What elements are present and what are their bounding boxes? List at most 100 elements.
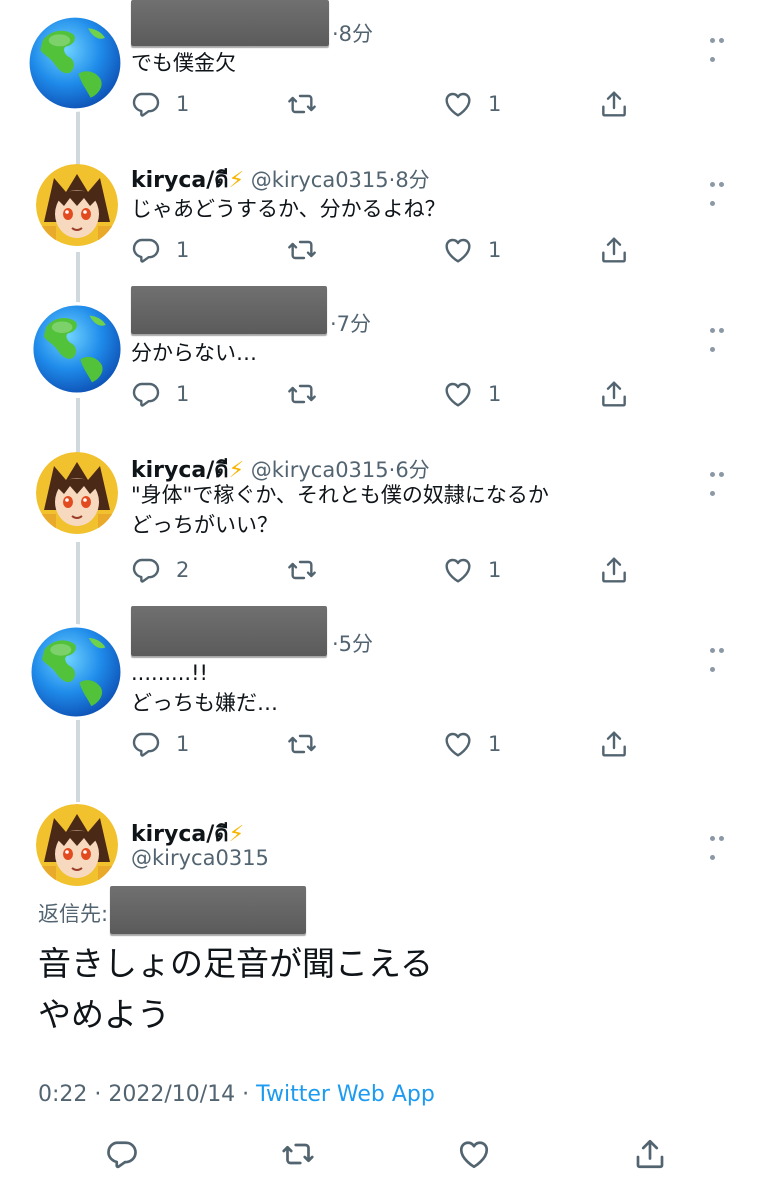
lightning-emoji: ⚡: [228, 168, 245, 193]
retweet-button[interactable]: [286, 88, 318, 120]
user-avatar[interactable]: [36, 804, 118, 886]
main-tweet-text: 音きしょの足音が聞こえる やめよう: [38, 944, 434, 1034]
share-button[interactable]: [598, 234, 630, 266]
tweet-datetime: 0:22 · 2022/10/14 ·: [38, 1082, 257, 1107]
share-button[interactable]: [598, 728, 630, 760]
tweet-timestamp: 0:22 · 2022/10/14 · Twitter Web App: [38, 1082, 435, 1107]
thread-tweet[interactable]: ·5分 .........!! どっちも嫌だ… 1 1: [0, 604, 776, 784]
more-icon[interactable]: [710, 638, 736, 672]
share-icon: [598, 378, 630, 410]
reply-icon: [130, 728, 162, 760]
reply-count: 2: [176, 558, 190, 582]
tweet-time: ·7分: [330, 312, 372, 336]
display-name[interactable]: kiryca/ดี: [131, 168, 229, 193]
more-icon[interactable]: [710, 28, 736, 62]
thread-tweet[interactable]: ·8分 でも僕金欠 1 1: [0, 0, 776, 140]
user-handle[interactable]: @kiryca0315: [251, 168, 389, 192]
like-icon: [442, 234, 474, 266]
tweet-actions: 1 1: [0, 88, 776, 124]
retweet-button[interactable]: [286, 728, 318, 760]
like-button[interactable]: 1: [442, 234, 501, 266]
more-icon[interactable]: [710, 172, 736, 206]
like-count: 1: [488, 92, 502, 116]
like-icon: [442, 554, 474, 586]
reply-count: 1: [176, 382, 190, 406]
like-count: 1: [488, 558, 502, 582]
reply-count: 1: [176, 238, 190, 262]
share-icon: [598, 88, 630, 120]
thread-tweet[interactable]: kiryca/ดี⚡ @kiryca0315·6分 "身体"で稼ぐか、それとも僕…: [0, 440, 776, 610]
reply-icon[interactable]: [104, 1136, 140, 1172]
tweet-header: kiryca/ดี⚡ @kiryca0315·8分: [131, 162, 430, 197]
share-button[interactable]: [598, 378, 630, 410]
share-icon: [598, 554, 630, 586]
globe-avatar[interactable]: [28, 624, 124, 720]
reply-count: 1: [176, 92, 190, 116]
user-avatar[interactable]: [36, 452, 118, 534]
reply-icon: [130, 378, 162, 410]
redacted-username: [131, 606, 327, 656]
like-icon[interactable]: [456, 1136, 492, 1172]
more-icon[interactable]: [710, 826, 736, 860]
tweet-text: "身体"で稼ぐか、それとも僕の奴隷になるか どっちがいい？: [131, 483, 549, 537]
more-icon[interactable]: [710, 318, 736, 352]
share-button[interactable]: [598, 88, 630, 120]
tweet-text: 分からない…: [131, 341, 257, 365]
share-icon: [598, 728, 630, 760]
tweet-time: ·8分: [388, 168, 430, 192]
like-button[interactable]: 1: [442, 554, 501, 586]
redacted-username: [131, 286, 327, 334]
lightning-emoji: ⚡: [228, 822, 245, 847]
retweet-icon: [286, 728, 318, 760]
user-handle[interactable]: @kiryca0315: [131, 846, 269, 870]
retweet-button[interactable]: [286, 554, 318, 586]
thread-tweet[interactable]: kiryca/ดี⚡ @kiryca0315·8分 じゃあどうするか、分かるよね…: [0, 150, 776, 290]
reply-button[interactable]: 1: [130, 378, 189, 410]
reply-button[interactable]: 1: [130, 728, 189, 760]
tweet-text: でも僕金欠: [131, 51, 236, 75]
retweet-button[interactable]: [286, 234, 318, 266]
share-button[interactable]: [598, 554, 630, 586]
retweet-button[interactable]: [286, 378, 318, 410]
tweet-actions: 1 1: [0, 234, 776, 270]
reply-button[interactable]: 1: [130, 234, 189, 266]
like-count: 1: [488, 382, 502, 406]
user-handle[interactable]: @kiryca0315: [251, 458, 389, 482]
like-icon: [442, 88, 474, 120]
tweet-time: ·8分: [332, 22, 374, 46]
more-icon[interactable]: [710, 462, 736, 496]
reply-button[interactable]: 2: [130, 554, 189, 586]
tweet-actions: 1 1: [0, 728, 776, 764]
tweet-actions: 2 1: [0, 554, 776, 590]
redacted-reply-target: [110, 886, 306, 934]
like-button[interactable]: 1: [442, 728, 501, 760]
retweet-icon: [286, 88, 318, 120]
like-button[interactable]: 1: [442, 378, 501, 410]
reply-icon: [130, 554, 162, 586]
tweet-text: じゃあどうするか、分かるよね？: [131, 197, 446, 221]
tweet-text: .........!! どっちも嫌だ…: [131, 661, 278, 715]
like-icon: [442, 728, 474, 760]
share-icon[interactable]: [632, 1136, 668, 1172]
like-icon: [442, 378, 474, 410]
source-app-link[interactable]: Twitter Web App: [256, 1082, 435, 1107]
retweet-icon[interactable]: [280, 1136, 316, 1172]
reply-count: 1: [176, 732, 190, 756]
tweet-time: ·5分: [332, 632, 374, 656]
like-button[interactable]: 1: [442, 88, 501, 120]
main-tweet-actions: [0, 1136, 776, 1176]
like-count: 1: [488, 238, 502, 262]
tweet-actions: 1 1: [0, 378, 776, 414]
retweet-icon: [286, 234, 318, 266]
retweet-icon: [286, 554, 318, 586]
like-count: 1: [488, 732, 502, 756]
reply-icon: [130, 88, 162, 120]
share-icon: [598, 234, 630, 266]
main-tweet: kiryca/ดี⚡ @kiryca0315: [0, 800, 776, 900]
tweet-time: ·6分: [388, 458, 430, 482]
reply-button[interactable]: 1: [130, 88, 189, 120]
reply-icon: [130, 234, 162, 266]
reply-to-label: 返信先:: [38, 902, 109, 926]
display-name[interactable]: kiryca/ดี: [131, 822, 229, 847]
thread-tweet[interactable]: ·7分 分からない… 1 1: [0, 284, 776, 434]
